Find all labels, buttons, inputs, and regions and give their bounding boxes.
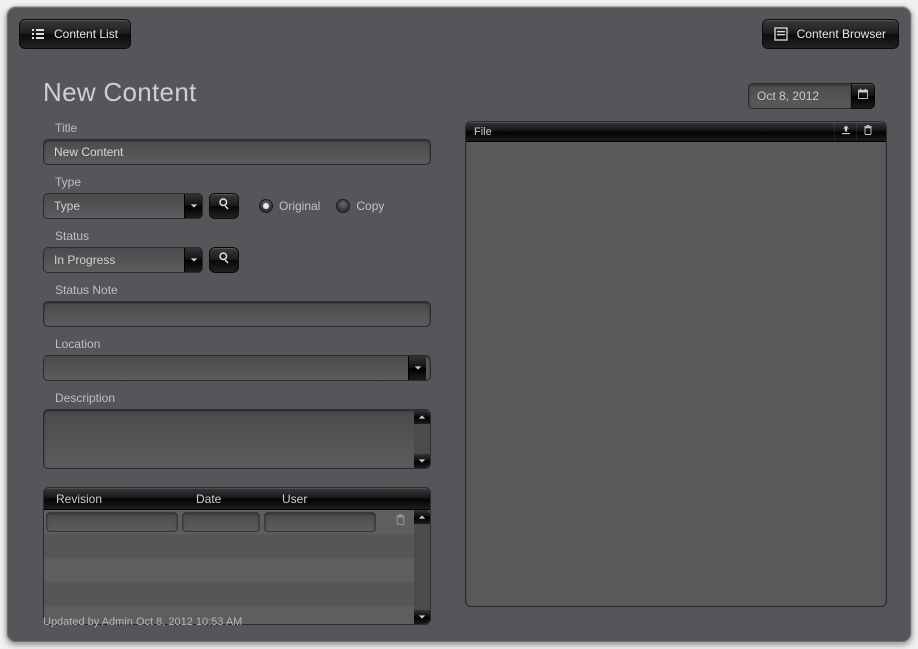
table-row[interactable] — [44, 510, 414, 534]
table-row — [44, 582, 414, 606]
table-row — [44, 534, 414, 558]
trash-icon — [394, 513, 407, 531]
radio-copy-label: Copy — [356, 199, 384, 213]
col-date[interactable]: Date — [184, 488, 270, 509]
delete-file-button[interactable] — [856, 123, 878, 141]
chevron-up-icon — [418, 508, 426, 526]
content-list-label: Content List — [54, 27, 118, 41]
scroll-up-button[interactable] — [414, 510, 430, 524]
calendar-button[interactable] — [851, 83, 875, 109]
scroll-down-button[interactable] — [414, 610, 430, 624]
location-combo[interactable] — [43, 355, 431, 381]
file-column: File — [465, 121, 887, 607]
status-combo-value: In Progress — [44, 248, 184, 272]
type-combo-arrow[interactable] — [184, 194, 202, 218]
file-panel-title: File — [474, 126, 492, 138]
file-panel: File — [465, 121, 887, 607]
user-cell[interactable] — [264, 512, 376, 532]
description-textarea[interactable] — [43, 409, 431, 469]
trash-icon — [862, 124, 874, 139]
file-panel-header: File — [466, 122, 886, 142]
revisions-table: Revision Date User — [43, 487, 431, 625]
chevron-down-icon — [190, 197, 198, 215]
chevron-up-icon — [418, 409, 426, 426]
scroll-up-button[interactable] — [414, 410, 430, 424]
title-input[interactable] — [43, 139, 431, 165]
status-combo-arrow[interactable] — [184, 248, 202, 272]
description-scrollbar[interactable] — [414, 410, 430, 468]
topbar: Content List Content Browser — [19, 19, 899, 49]
upload-file-button[interactable] — [834, 123, 856, 141]
delete-row-button[interactable] — [390, 512, 410, 532]
type-combo-value: Type — [44, 194, 184, 218]
date-input[interactable] — [748, 83, 851, 109]
radio-original-label: Original — [279, 199, 320, 213]
chevron-down-icon — [414, 359, 422, 377]
status-label: Status — [55, 229, 431, 243]
content-list-button[interactable]: Content List — [19, 19, 131, 49]
title-label: Title — [55, 121, 431, 135]
location-combo-arrow[interactable] — [408, 356, 426, 380]
status-combo[interactable]: In Progress — [43, 247, 203, 273]
origin-radio-group: Original Copy — [259, 199, 394, 213]
location-combo-value — [44, 356, 408, 380]
date-field — [748, 83, 875, 109]
search-icon — [218, 251, 231, 269]
content-editor-window: Content List Content Browser New Content… — [6, 6, 912, 643]
footer-status: Updated by Admin Oct 8, 2012 10:53 AM — [43, 616, 242, 628]
list-icon — [30, 26, 46, 42]
scroll-down-button[interactable] — [414, 454, 430, 468]
revision-cell[interactable] — [46, 512, 178, 532]
revisions-header: Revision Date User — [44, 488, 430, 510]
col-user[interactable]: User — [270, 488, 430, 509]
type-search-button[interactable] — [209, 193, 239, 219]
type-combo[interactable]: Type — [43, 193, 203, 219]
browser-icon — [773, 26, 789, 42]
radio-copy[interactable] — [336, 199, 350, 213]
status-note-label: Status Note — [55, 283, 431, 297]
calendar-icon — [857, 87, 869, 105]
page-title: New Content — [43, 77, 197, 108]
chevron-down-icon — [190, 251, 198, 269]
content-browser-label: Content Browser — [797, 27, 886, 41]
revisions-body — [44, 510, 414, 624]
search-icon — [218, 197, 231, 215]
chevron-down-icon — [418, 608, 426, 625]
upload-icon — [840, 124, 852, 139]
location-label: Location — [55, 337, 431, 351]
date-cell[interactable] — [182, 512, 260, 532]
status-note-input[interactable] — [43, 301, 431, 327]
form-column: Title Type Type Original C — [43, 121, 431, 625]
col-revision[interactable]: Revision — [44, 488, 184, 509]
revisions-scrollbar[interactable] — [414, 510, 430, 624]
content-browser-button[interactable]: Content Browser — [762, 19, 899, 49]
radio-original[interactable] — [259, 199, 273, 213]
chevron-down-icon — [418, 452, 426, 469]
type-label: Type — [55, 175, 431, 189]
description-label: Description — [55, 391, 431, 405]
description-value — [44, 410, 414, 468]
status-search-button[interactable] — [209, 247, 239, 273]
table-row — [44, 558, 414, 582]
